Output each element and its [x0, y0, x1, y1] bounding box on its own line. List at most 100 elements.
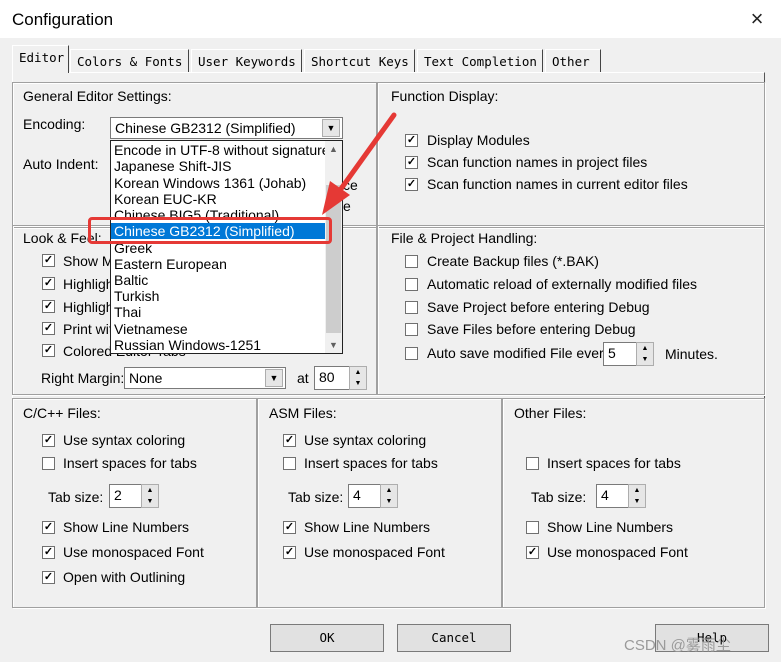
function-display-legend: Function Display:: [391, 88, 499, 104]
scan-project-label: Scan function names in project files: [427, 154, 648, 170]
spin-down-icon[interactable]: ▼: [381, 496, 397, 507]
cancel-button[interactable]: Cancel: [397, 624, 511, 652]
checkbox-highlight-2[interactable]: ✓: [42, 300, 55, 313]
tab-colors-fonts[interactable]: Colors & Fonts: [70, 49, 189, 72]
dropdown-option[interactable]: Baltic: [114, 272, 148, 288]
c-tab-size-spinner[interactable]: ▲ ▼: [141, 484, 159, 508]
close-icon[interactable]: ×: [744, 6, 770, 32]
c-files-legend: C/C++ Files:: [23, 405, 101, 421]
encoding-value: Chinese GB2312 (Simplified): [115, 120, 296, 136]
highlight-1-label: Highligh: [63, 276, 114, 292]
checkbox-asm-spaces[interactable]: [283, 457, 296, 470]
tab-shortcut-keys[interactable]: Shortcut Keys: [304, 49, 415, 72]
general-settings-legend: General Editor Settings:: [23, 88, 172, 104]
checkbox-create-backup[interactable]: [405, 255, 418, 268]
auto-reload-label: Automatic reload of externally modified …: [427, 276, 698, 292]
checkbox-asm-line-numbers[interactable]: ✓: [283, 521, 296, 534]
at-spinner[interactable]: ▲ ▼: [349, 366, 367, 390]
print-with-label: Print wit: [63, 321, 113, 337]
asm-mono-label: Use monospaced Font: [304, 544, 445, 560]
spin-up-icon[interactable]: ▲: [350, 367, 366, 378]
tab-text-completion[interactable]: Text Completion: [417, 49, 543, 72]
checkbox-other-mono[interactable]: ✓: [526, 546, 539, 559]
checkbox-other-line-numbers[interactable]: [526, 521, 539, 534]
checkbox-colored-editor-tabs[interactable]: ✓: [42, 344, 55, 357]
dropdown-option[interactable]: Korean EUC-KR: [114, 191, 217, 207]
dropdown-option[interactable]: Eastern European: [114, 256, 227, 272]
checkbox-print-with[interactable]: ✓: [42, 322, 55, 335]
asm-spaces-label: Insert spaces for tabs: [304, 455, 438, 471]
c-syntax-label: Use syntax coloring: [63, 432, 186, 448]
other-tab-size-label: Tab size:: [531, 489, 587, 505]
other-mono-label: Use monospaced Font: [547, 544, 688, 560]
c-spaces-label: Insert spaces for tabs: [63, 455, 197, 471]
asm-syntax-label: Use syntax coloring: [304, 432, 427, 448]
checkbox-asm-syntax[interactable]: ✓: [283, 434, 296, 447]
other-spaces-label: Insert spaces for tabs: [547, 455, 681, 471]
spin-up-icon[interactable]: ▲: [381, 485, 397, 496]
save-project-label: Save Project before entering Debug: [427, 299, 650, 315]
minutes-label: Minutes.: [665, 346, 718, 362]
auto-save-spinner[interactable]: ▲ ▼: [636, 342, 654, 366]
ok-button[interactable]: OK: [270, 624, 384, 652]
dropdown-option[interactable]: Turkish: [114, 288, 159, 304]
spin-up-icon[interactable]: ▲: [637, 343, 653, 354]
asm-files-legend: ASM Files:: [269, 405, 337, 421]
checkbox-auto-save[interactable]: [405, 347, 418, 360]
checkbox-c-outlining[interactable]: ✓: [42, 571, 55, 584]
tab-other[interactable]: Other: [545, 49, 601, 72]
asm-line-numbers-label: Show Line Numbers: [304, 519, 431, 535]
other-tab-size-spinner[interactable]: ▲ ▼: [628, 484, 646, 508]
highlight-2-label: Highligh: [63, 299, 114, 315]
dropdown-option[interactable]: Korean Windows 1361 (Johab): [114, 175, 306, 191]
checkbox-auto-reload[interactable]: [405, 278, 418, 291]
c-tab-size-input[interactable]: 2: [109, 484, 142, 508]
checkbox-c-spaces[interactable]: [42, 457, 55, 470]
dropdown-option[interactable]: Russian Windows-1251: [114, 337, 261, 353]
dropdown-option[interactable]: Encode in UTF-8 without signature: [114, 142, 330, 158]
checkbox-other-spaces[interactable]: [526, 457, 539, 470]
spin-down-icon[interactable]: ▼: [142, 496, 158, 507]
dropdown-option[interactable]: Japanese Shift-JIS: [114, 158, 232, 174]
checkbox-c-line-numbers[interactable]: ✓: [42, 521, 55, 534]
spin-up-icon[interactable]: ▲: [629, 485, 645, 496]
spin-up-icon[interactable]: ▲: [142, 485, 158, 496]
checkbox-highlight-1[interactable]: ✓: [42, 277, 55, 290]
c-tab-size-label: Tab size:: [48, 489, 104, 505]
scan-editor-label: Scan function names in current editor fi…: [427, 176, 688, 192]
at-label: at: [297, 370, 309, 386]
checkbox-show-m[interactable]: ✓: [42, 254, 55, 267]
right-margin-combobox[interactable]: None: [124, 367, 286, 389]
tab-user-keywords[interactable]: User Keywords: [191, 49, 302, 72]
encoding-label: Encoding:: [23, 116, 86, 132]
checkbox-save-project[interactable]: [405, 301, 418, 314]
dropdown-option[interactable]: Vietnamese: [114, 321, 188, 337]
right-margin-at-input[interactable]: 80: [314, 366, 350, 390]
auto-save-minutes-input[interactable]: 5: [603, 342, 637, 366]
other-tab-size-input[interactable]: 4: [596, 484, 629, 508]
scroll-down-icon[interactable]: ▼: [327, 337, 340, 353]
right-margin-value: None: [129, 370, 163, 386]
asm-tab-size-label: Tab size:: [288, 489, 344, 505]
checkbox-c-syntax[interactable]: ✓: [42, 434, 55, 447]
title-bar: [0, 0, 781, 38]
spin-down-icon[interactable]: ▼: [629, 496, 645, 507]
spin-down-icon[interactable]: ▼: [637, 354, 653, 365]
checkbox-c-mono[interactable]: ✓: [42, 546, 55, 559]
c-outlining-label: Open with Outlining: [63, 569, 186, 585]
right-margin-dropdown-icon[interactable]: ▼: [265, 369, 283, 387]
dropdown-option[interactable]: Thai: [114, 304, 141, 320]
c-line-numbers-label: Show Line Numbers: [63, 519, 190, 535]
show-m-label: Show M: [63, 253, 114, 269]
c-mono-label: Use monospaced Font: [63, 544, 204, 560]
asm-tab-size-input[interactable]: 4: [348, 484, 381, 508]
checkbox-asm-mono[interactable]: ✓: [283, 546, 296, 559]
window-title: Configuration: [12, 10, 114, 29]
annotation-highlight-box: [88, 217, 332, 244]
checkbox-save-files[interactable]: [405, 323, 418, 336]
asm-tab-size-spinner[interactable]: ▲ ▼: [380, 484, 398, 508]
tab-editor[interactable]: Editor: [12, 45, 69, 73]
display-modules-label: Display Modules: [427, 132, 530, 148]
auto-save-label: Auto save modified File every: [427, 345, 611, 361]
spin-down-icon[interactable]: ▼: [350, 378, 366, 389]
